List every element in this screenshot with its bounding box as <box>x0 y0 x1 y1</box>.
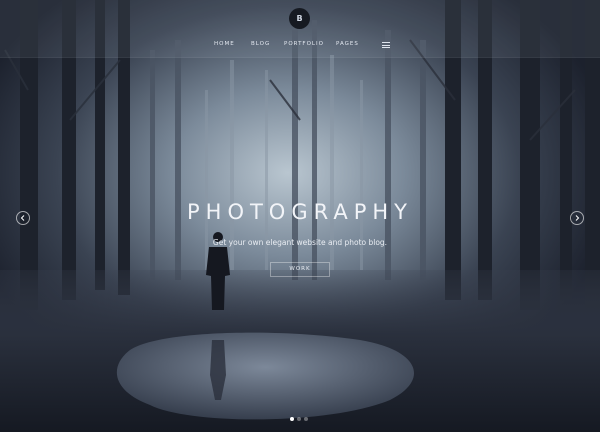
hero-slider: B HOME BLOG PORTFOLIO PAGES PHOTOGRAPHY … <box>0 0 600 432</box>
nav-item-blog[interactable]: BLOG <box>251 41 270 47</box>
main-nav: HOME BLOG PORTFOLIO PAGES <box>0 41 600 51</box>
nav-item-home[interactable]: HOME <box>214 41 235 47</box>
nav-item-portfolio[interactable]: PORTFOLIO <box>284 41 324 47</box>
slider-dot-3[interactable] <box>304 417 308 421</box>
hero-title: PHOTOGRAPHY <box>186 200 413 224</box>
header-bar: B HOME BLOG PORTFOLIO PAGES <box>0 0 600 58</box>
slider-dot-1[interactable] <box>290 417 294 421</box>
site-logo[interactable]: B <box>289 8 310 29</box>
hero-tagline: Get your own elegant website and photo b… <box>212 238 388 247</box>
slider-dot-2[interactable] <box>297 417 301 421</box>
work-button[interactable]: WORK <box>270 262 330 277</box>
hamburger-icon[interactable] <box>382 42 390 48</box>
nav-item-pages[interactable]: PAGES <box>336 41 359 47</box>
